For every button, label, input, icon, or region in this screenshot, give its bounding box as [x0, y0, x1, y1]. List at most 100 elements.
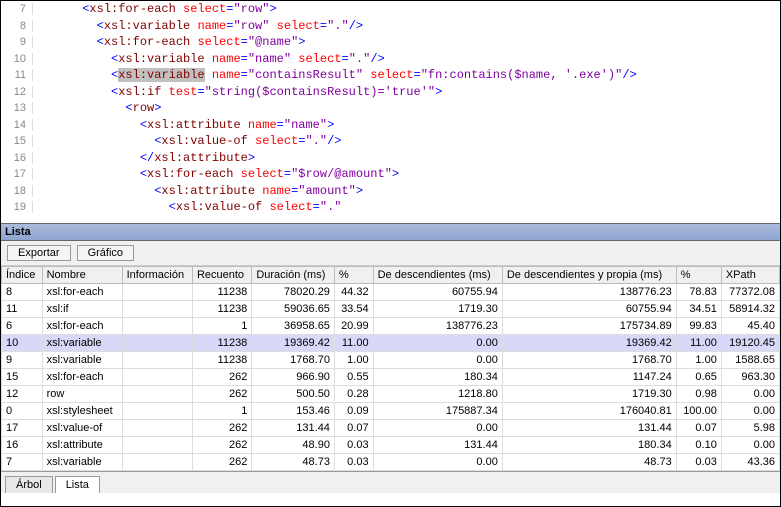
grid-scroll[interactable]: Índice Nombre Información Recuento Durac…	[1, 266, 780, 471]
cell-info	[122, 284, 192, 301]
cell-xpath: 45.40	[721, 318, 779, 335]
table-row[interactable]: 10xsl:variable1123819369.4211.000.001936…	[2, 335, 780, 352]
code-line[interactable]: 9 <xsl:for-each select="@name">	[1, 34, 780, 51]
cell-idx: 8	[2, 284, 43, 301]
cell-dur: 19369.42	[252, 335, 335, 352]
code-content: <xsl:attribute name="amount">	[37, 184, 363, 198]
cell-name: xsl:for-each	[42, 284, 122, 301]
cell-info	[122, 437, 192, 454]
code-line[interactable]: 16 </xsl:attribute>	[1, 150, 780, 167]
code-line[interactable]: 12 <xsl:if test="string($containsResult)…	[1, 84, 780, 101]
col-count[interactable]: Recuento	[192, 267, 251, 284]
code-content: <xsl:value-of select="."/>	[37, 134, 341, 148]
col-info[interactable]: Información	[122, 267, 192, 284]
code-line[interactable]: 19 <xsl:value-of select="."	[1, 199, 780, 216]
col-desc-self[interactable]: De descendientes y propia (ms)	[502, 267, 676, 284]
code-line[interactable]: 17 <xsl:for-each select="$row/@amount">	[1, 166, 780, 183]
line-number: 11	[1, 69, 33, 81]
cell-xpath: 0.00	[721, 403, 779, 420]
cell-pct2: 0.10	[676, 437, 721, 454]
col-duration[interactable]: Duración (ms)	[252, 267, 335, 284]
cell-pct2: 0.07	[676, 420, 721, 437]
col-desc[interactable]: De descendientes (ms)	[373, 267, 502, 284]
cell-info	[122, 369, 192, 386]
table-row[interactable]: 6xsl:for-each136958.6520.99138776.231757…	[2, 318, 780, 335]
cell-pct2: 34.51	[676, 301, 721, 318]
code-line[interactable]: 13 <row>	[1, 100, 780, 117]
table-row[interactable]: 12row262500.500.281218.801719.300.980.00	[2, 386, 780, 403]
col-pct[interactable]: %	[334, 267, 373, 284]
cell-idx: 15	[2, 369, 43, 386]
table-row[interactable]: 7xsl:variable26248.730.030.0048.730.0343…	[2, 454, 780, 471]
code-content: <xsl:value-of select="."	[37, 200, 341, 214]
code-line[interactable]: 10 <xsl:variable name="name" select="."/…	[1, 51, 780, 68]
col-xpath[interactable]: XPath	[721, 267, 779, 284]
cell-pct: 0.55	[334, 369, 373, 386]
line-number: 7	[1, 3, 33, 15]
cell-name: xsl:variable	[42, 335, 122, 352]
cell-pct: 20.99	[334, 318, 373, 335]
code-line[interactable]: 15 <xsl:value-of select="."/>	[1, 133, 780, 150]
cell-xpath: 58914.32	[721, 301, 779, 318]
code-line[interactable]: 14 <xsl:attribute name="name">	[1, 117, 780, 134]
cell-dur: 78020.29	[252, 284, 335, 301]
code-content: </xsl:attribute>	[37, 151, 255, 165]
cell-xpath: 1588.65	[721, 352, 779, 369]
code-line[interactable]: 7 <xsl:for-each select="row">	[1, 1, 780, 18]
table-row[interactable]: 8xsl:for-each1123878020.2944.3260755.941…	[2, 284, 780, 301]
cell-descself: 1147.24	[502, 369, 676, 386]
cell-pct: 0.09	[334, 403, 373, 420]
table-row[interactable]: 16xsl:attribute26248.900.03131.44180.340…	[2, 437, 780, 454]
cell-dur: 153.46	[252, 403, 335, 420]
cell-descself: 19369.42	[502, 335, 676, 352]
table-row[interactable]: 0xsl:stylesheet1153.460.09175887.3417604…	[2, 403, 780, 420]
cell-descself: 175734.89	[502, 318, 676, 335]
tab-list[interactable]: Lista	[55, 476, 100, 493]
cell-name: xsl:value-of	[42, 420, 122, 437]
code-editor[interactable]: 7 <xsl:for-each select="row">8 <xsl:vari…	[1, 1, 780, 223]
cell-descself: 180.34	[502, 437, 676, 454]
cell-info	[122, 352, 192, 369]
table-row[interactable]: 11xsl:if1123859036.6533.541719.3060755.9…	[2, 301, 780, 318]
cell-desc: 138776.23	[373, 318, 502, 335]
cell-desc: 60755.94	[373, 284, 502, 301]
table-row[interactable]: 15xsl:for-each262966.900.55180.341147.24…	[2, 369, 780, 386]
cell-idx: 7	[2, 454, 43, 471]
cell-descself: 1768.70	[502, 352, 676, 369]
cell-name: xsl:for-each	[42, 369, 122, 386]
cell-descself: 48.73	[502, 454, 676, 471]
code-content: <xsl:variable name="name" select="."/>	[37, 52, 385, 66]
cell-pct2: 0.98	[676, 386, 721, 403]
cell-descself: 1719.30	[502, 386, 676, 403]
col-pct2[interactable]: %	[676, 267, 721, 284]
export-button[interactable]: Exportar	[7, 245, 71, 261]
code-content: <xsl:attribute name="name">	[37, 118, 334, 132]
cell-dur: 48.90	[252, 437, 335, 454]
cell-info	[122, 403, 192, 420]
code-line[interactable]: 11 <xsl:variable name="containsResult" s…	[1, 67, 780, 84]
cell-count: 262	[192, 420, 251, 437]
tab-tree[interactable]: Árbol	[5, 476, 53, 493]
cell-dur: 48.73	[252, 454, 335, 471]
chart-button[interactable]: Gráfico	[77, 245, 134, 261]
cell-descself: 60755.94	[502, 301, 676, 318]
table-row[interactable]: 9xsl:variable112381768.701.000.001768.70…	[2, 352, 780, 369]
cell-pct2: 0.03	[676, 454, 721, 471]
cell-count: 262	[192, 386, 251, 403]
line-number: 18	[1, 185, 33, 197]
col-index[interactable]: Índice	[2, 267, 43, 284]
code-content: <xsl:variable name="row" select="."/>	[37, 19, 363, 33]
code-line[interactable]: 8 <xsl:variable name="row" select="."/>	[1, 18, 780, 35]
line-number: 10	[1, 53, 33, 65]
code-content: <xsl:for-each select="row">	[37, 2, 277, 16]
col-name[interactable]: Nombre	[42, 267, 122, 284]
code-line[interactable]: 18 <xsl:attribute name="amount">	[1, 183, 780, 200]
cell-pct: 11.00	[334, 335, 373, 352]
cell-xpath: 5.98	[721, 420, 779, 437]
cell-name: row	[42, 386, 122, 403]
cell-name: xsl:stylesheet	[42, 403, 122, 420]
table-row[interactable]: 17xsl:value-of262131.440.070.00131.440.0…	[2, 420, 780, 437]
code-content: <xsl:if test="string($containsResult)='t…	[37, 85, 442, 99]
code-content: <row>	[37, 101, 161, 115]
cell-count: 11238	[192, 301, 251, 318]
